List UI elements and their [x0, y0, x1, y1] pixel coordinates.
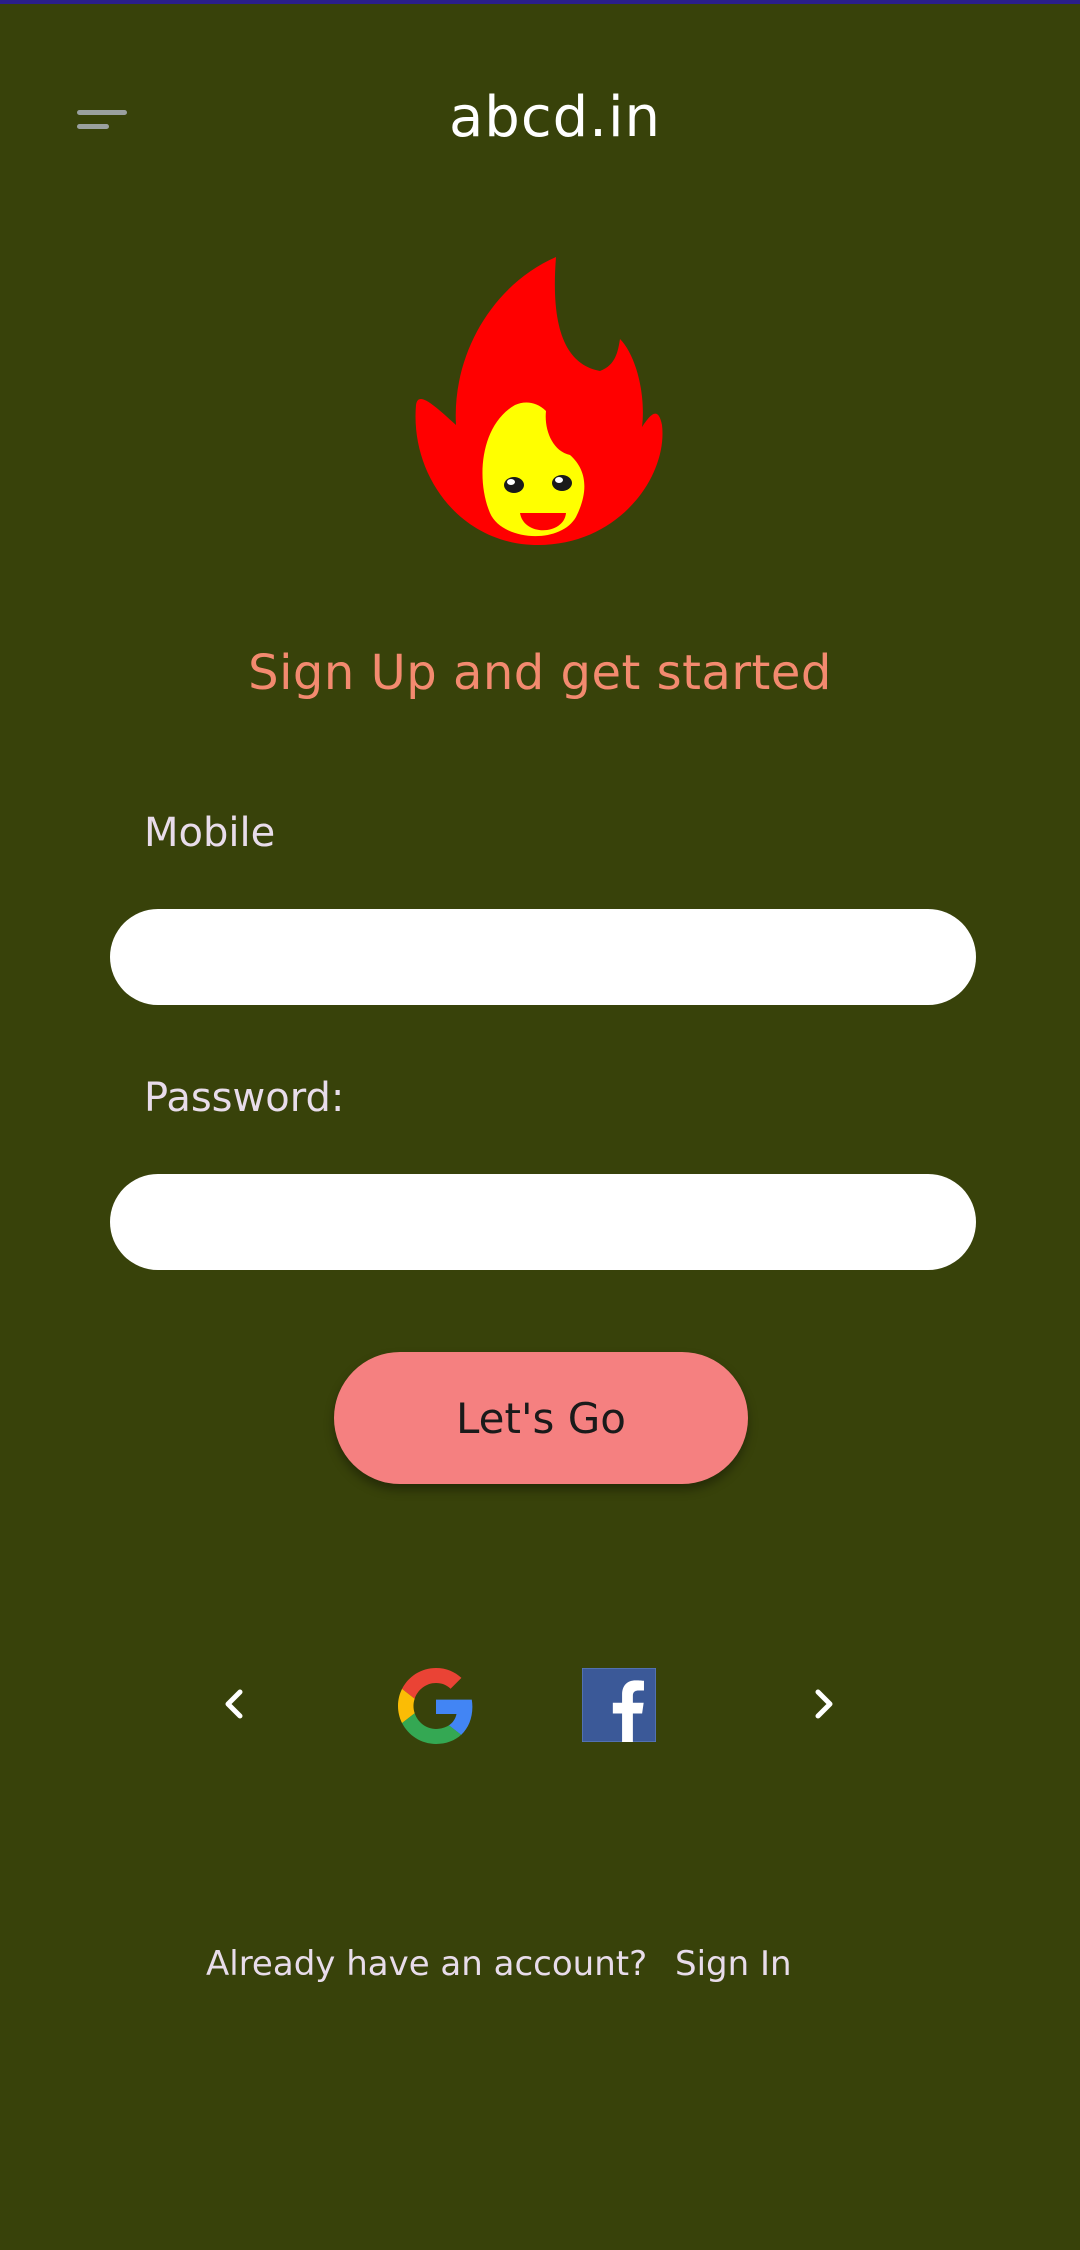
status-strip [0, 0, 1080, 4]
password-input[interactable] [110, 1174, 976, 1270]
page-headline: Sign Up and get started [248, 645, 832, 701]
chevron-right-icon[interactable] [800, 1680, 848, 1728]
password-label: Password: [144, 1075, 345, 1121]
app-title: abcd.in [448, 85, 662, 150]
facebook-icon[interactable] [582, 1668, 656, 1742]
mobile-input[interactable] [110, 909, 976, 1005]
account-prompt: Already have an account? [206, 1944, 648, 1984]
sign-in-link[interactable]: Sign In [675, 1944, 792, 1984]
mobile-label: Mobile [144, 810, 276, 856]
fire-mascot-logo [415, 257, 663, 545]
google-icon[interactable] [398, 1668, 474, 1744]
chevron-left-icon[interactable] [210, 1680, 258, 1728]
lets-go-button[interactable]: Let's Go [334, 1352, 748, 1484]
